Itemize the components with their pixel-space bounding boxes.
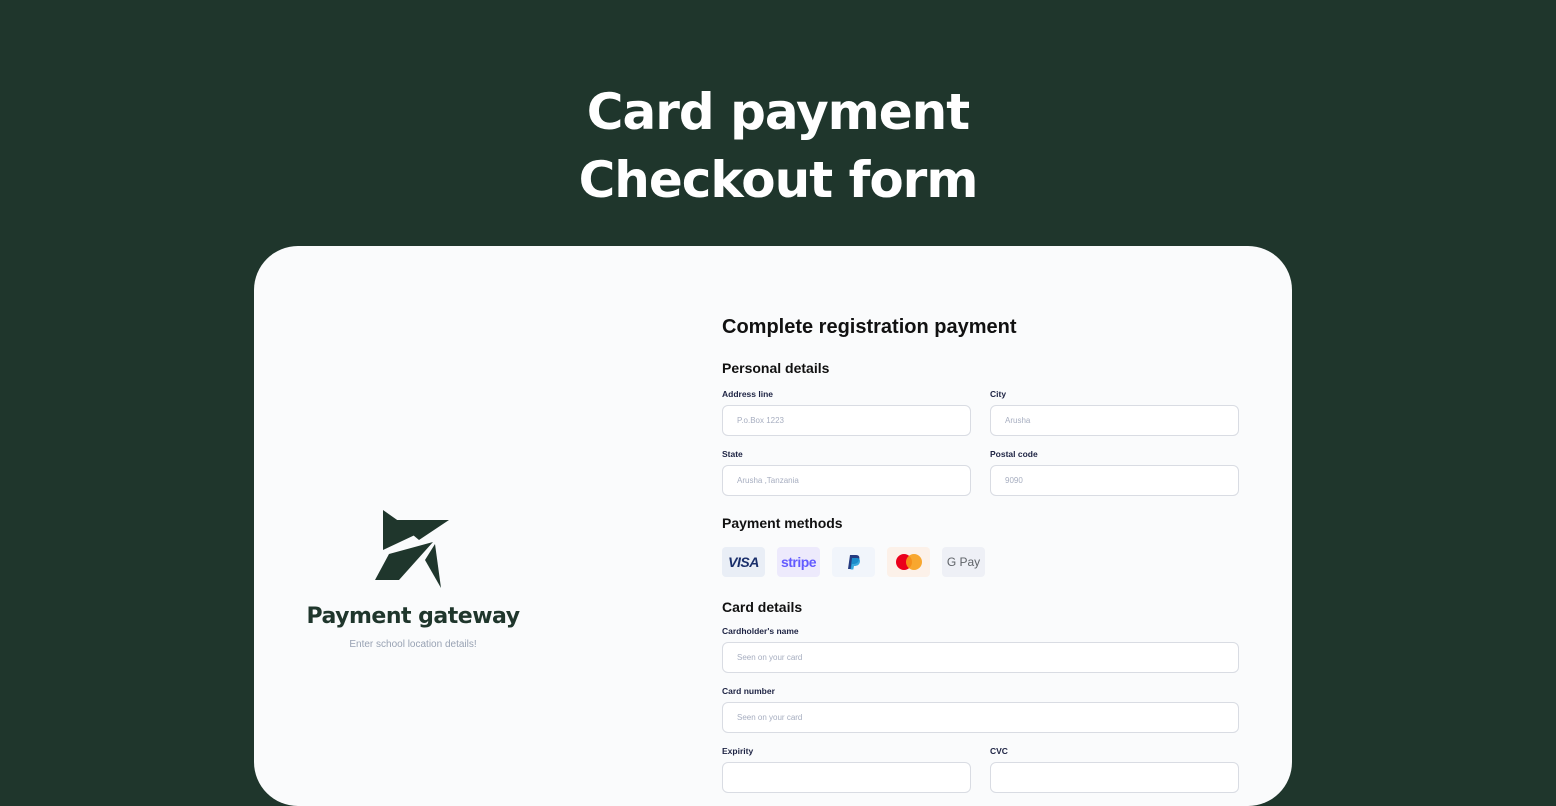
- address-label: Address line: [722, 389, 774, 399]
- payment-methods-list: VISA stripe G Pay: [722, 547, 985, 577]
- paypal-method-button[interactable]: [832, 547, 875, 577]
- mastercard-icon: [895, 554, 922, 570]
- city-input[interactable]: [990, 405, 1239, 436]
- cvc-label: CVC: [990, 746, 1008, 756]
- cvc-field-group: CVC: [990, 746, 1239, 793]
- personal-details-heading: Personal details: [722, 360, 830, 376]
- hero-title-line-1: Card payment: [586, 83, 970, 141]
- brand-name: Payment gateway: [306, 604, 520, 629]
- payment-methods-heading: Payment methods: [722, 515, 843, 531]
- form-title: Complete registration payment: [722, 316, 1017, 338]
- stripe-icon: stripe: [780, 554, 817, 570]
- paypal-icon: [847, 555, 860, 570]
- card-details-heading: Card details: [722, 599, 803, 615]
- city-label: City: [990, 389, 1007, 399]
- brand-subtitle: Enter school location details!: [349, 639, 477, 650]
- card-number-field-group: Card number: [722, 686, 1239, 733]
- state-input[interactable]: [722, 465, 971, 496]
- registration-form: Complete registration payment Personal d…: [722, 316, 1239, 793]
- expiry-field-group: Expirity: [722, 746, 971, 793]
- address-field-group: Address line: [722, 389, 971, 436]
- cardholder-label: Cardholder's name: [722, 626, 799, 636]
- city-field-group: City: [990, 389, 1239, 436]
- card-number-input[interactable]: [722, 702, 1239, 733]
- expiry-label: Expirity: [722, 746, 754, 756]
- mastercard-method-button[interactable]: [887, 547, 930, 577]
- google-pay-icon: G Pay: [946, 555, 981, 569]
- page-hero-title: Card payment Checkout form: [0, 78, 1556, 214]
- cardholder-input[interactable]: [722, 642, 1239, 673]
- postal-code-input[interactable]: [990, 465, 1239, 496]
- checkout-card: Payment gateway Enter school location de…: [254, 246, 1292, 806]
- state-label: State: [722, 449, 743, 459]
- stripe-method-button[interactable]: stripe: [777, 547, 820, 577]
- card-number-label: Card number: [722, 686, 775, 696]
- visa-icon: VISA: [728, 554, 759, 570]
- hero-title-line-2: Checkout form: [578, 151, 979, 209]
- state-field-group: State: [722, 449, 971, 496]
- postal-code-label: Postal code: [990, 449, 1038, 459]
- cardholder-field-group: Cardholder's name: [722, 626, 1239, 673]
- visa-method-button[interactable]: VISA: [722, 547, 765, 577]
- brand-panel: Payment gateway Enter school location de…: [254, 510, 572, 650]
- expiry-input[interactable]: [722, 762, 971, 793]
- postal-code-field-group: Postal code: [990, 449, 1239, 496]
- cvc-input[interactable]: [990, 762, 1239, 793]
- address-input[interactable]: [722, 405, 971, 436]
- google-pay-method-button[interactable]: G Pay: [942, 547, 985, 577]
- payment-gateway-logo-icon: [375, 510, 449, 588]
